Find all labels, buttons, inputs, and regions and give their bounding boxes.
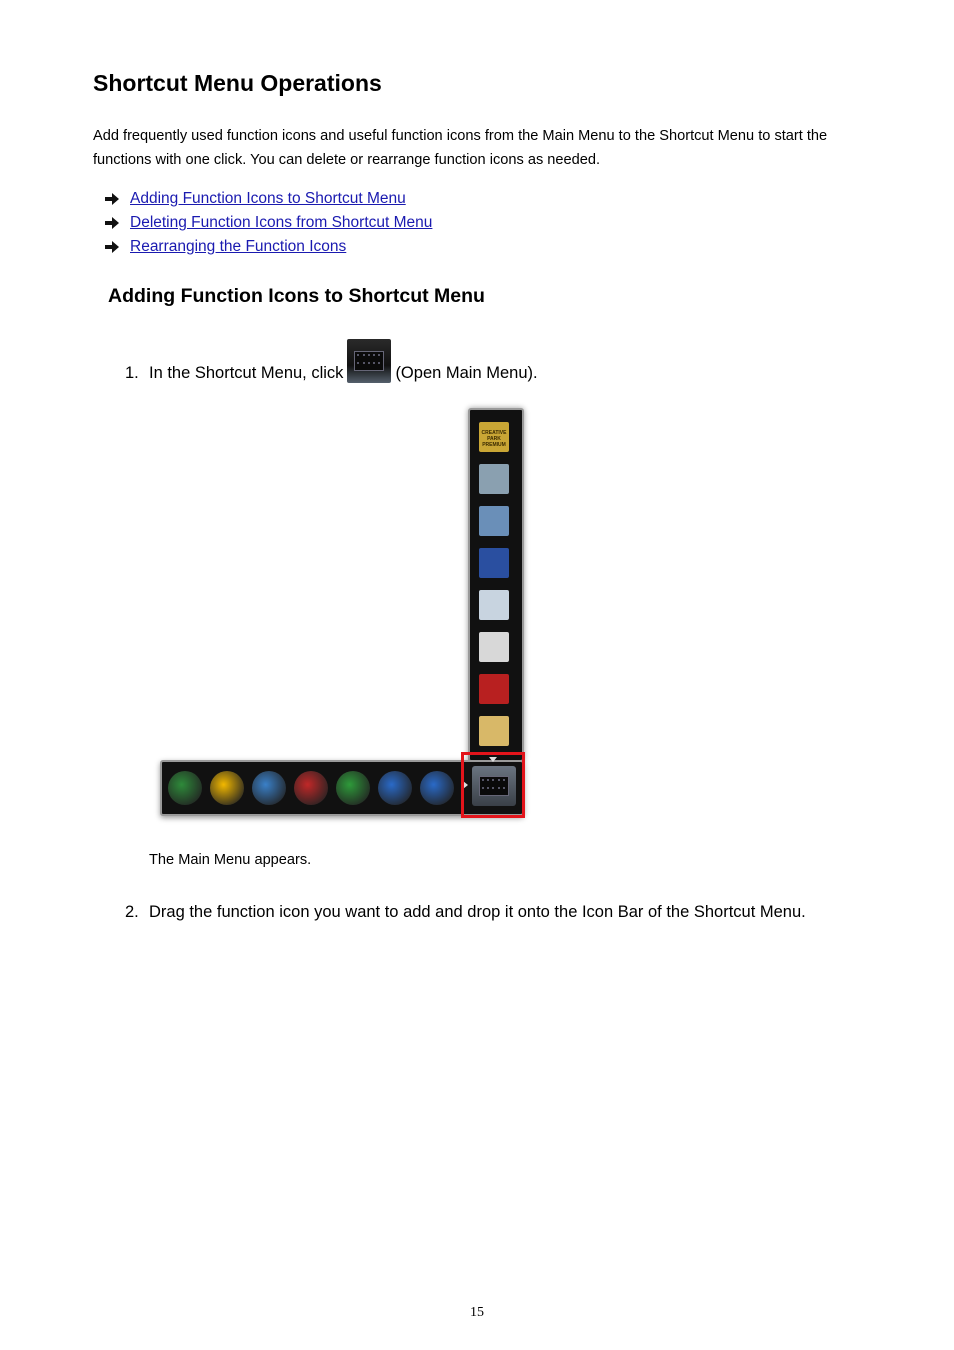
toc-link-adding[interactable]: Adding Function Icons to Shortcut Menu: [130, 190, 406, 208]
disc-label-icon[interactable]: [479, 632, 509, 662]
intro-paragraph: Add frequently used function icons and u…: [93, 128, 828, 168]
wireless-icon[interactable]: [210, 771, 244, 805]
page-title: Shortcut Menu Operations: [93, 70, 382, 96]
arrow-right-icon: [105, 193, 119, 205]
photo-print-icon[interactable]: [479, 674, 509, 704]
arrow-right-icon: [105, 241, 119, 253]
step-number: 1.: [125, 364, 139, 382]
step-2: 2. Drag the function icon you want to ad…: [125, 898, 825, 926]
open-main-menu-icon: [347, 339, 392, 383]
step-1-result: The Main Menu appears.: [149, 852, 312, 868]
step-text-after: (Open Main Menu).: [395, 364, 538, 382]
photo-layout-icon[interactable]: [479, 590, 509, 620]
step-text-before: In the Shortcut Menu, click: [149, 364, 344, 382]
help-icon[interactable]: [378, 771, 412, 805]
step-number: 2.: [125, 903, 139, 921]
photo-film-icon[interactable]: [479, 548, 509, 578]
toc-link-rearranging[interactable]: Rearranging the Function Icons: [130, 238, 346, 256]
step-1: 1. In the Shortcut Menu, click (Open Mai…: [125, 337, 538, 383]
photo-scan-icon[interactable]: [479, 506, 509, 536]
arrow-right-icon: [105, 217, 119, 229]
step-text: Drag the function icon you want to add a…: [149, 903, 806, 921]
toc-link-deleting[interactable]: Deleting Function Icons from Shortcut Me…: [130, 214, 432, 232]
table-of-contents: Adding Function Icons to Shortcut Menu D…: [105, 187, 432, 259]
shortcut-menu-figure: CREATIVE PARK PREMIUM: [150, 400, 540, 830]
photo-edit-icon[interactable]: [479, 716, 509, 746]
toc-item: Adding Function Icons to Shortcut Menu: [105, 187, 432, 211]
toc-item: Deleting Function Icons from Shortcut Me…: [105, 211, 432, 235]
scanner-tools-icon[interactable]: [479, 464, 509, 494]
shopping-cart-icon[interactable]: [294, 771, 328, 805]
section-title: Adding Function Icons to Shortcut Menu: [108, 285, 485, 307]
highlight-box: [461, 752, 525, 818]
toc-item: Rearranging the Function Icons: [105, 235, 432, 259]
online-help-icon[interactable]: [420, 771, 454, 805]
main-menu-vertical-bar: CREATIVE PARK PREMIUM: [468, 408, 524, 762]
ink-info-icon[interactable]: [252, 771, 286, 805]
printer-user-icon[interactable]: [336, 771, 370, 805]
creative-park-premium-icon[interactable]: CREATIVE PARK PREMIUM: [479, 422, 509, 452]
web-manual-icon[interactable]: [168, 771, 202, 805]
page-number: 15: [470, 1305, 484, 1320]
grid-icon: [354, 351, 385, 371]
